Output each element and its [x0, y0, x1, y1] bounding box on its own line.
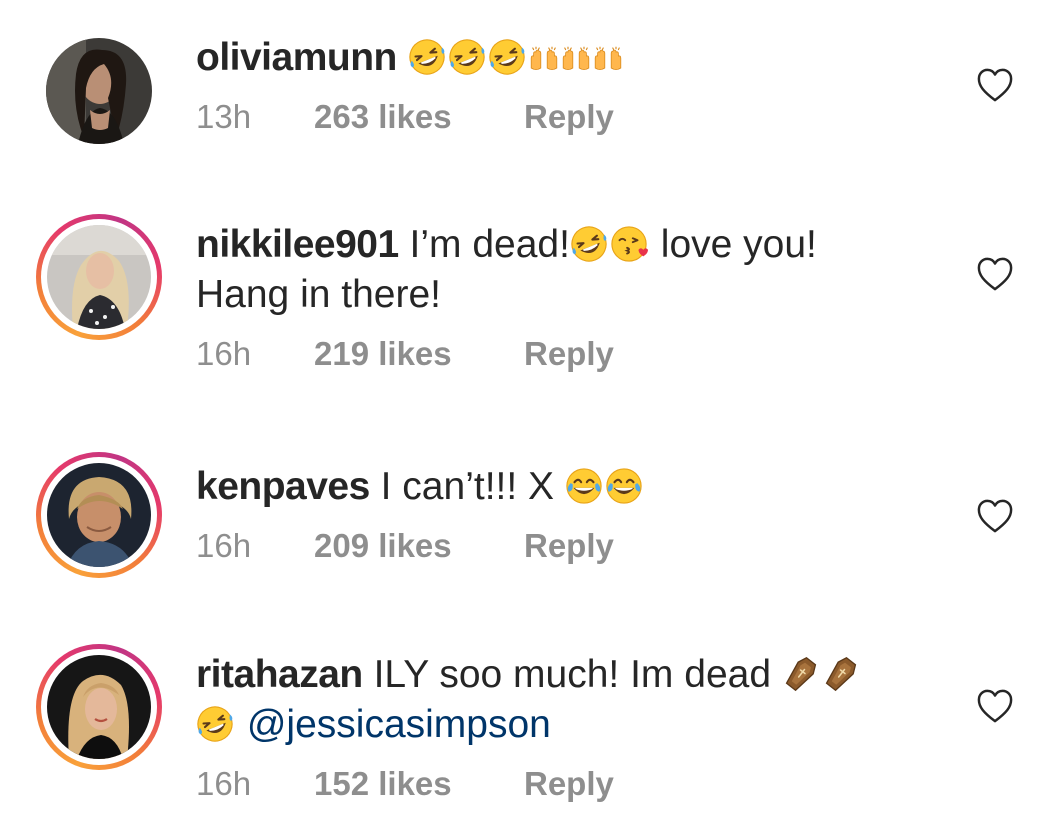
avatar-photo — [46, 38, 152, 144]
username[interactable]: kenpaves — [196, 465, 370, 508]
heart-outline-icon[interactable] — [976, 67, 1014, 103]
comment-time: 13h — [196, 98, 252, 135]
coffin-emoji — [822, 655, 860, 693]
heart-outline-icon[interactable] — [976, 498, 1014, 534]
story-ring — [41, 457, 157, 573]
reply-button[interactable]: Reply — [524, 762, 614, 806]
username[interactable]: ritahazan — [196, 653, 363, 696]
mention-link[interactable]: @jessicasimpson — [247, 703, 551, 746]
username[interactable]: oliviamunn — [196, 36, 397, 79]
comment-time: 16h — [196, 765, 252, 802]
avatar-photo — [47, 463, 151, 567]
avatar[interactable] — [36, 452, 162, 578]
comment-text: oliviamunn — [196, 33, 916, 83]
comment-body: ritahazan ILY soo much! Im dead @jessica… — [196, 650, 916, 806]
comment-text: ritahazan ILY soo much! Im dead — [196, 650, 916, 700]
rolling-laughing-emoji — [488, 38, 526, 76]
comment-meta: 16h 209 likes Reply — [196, 524, 916, 568]
comment-text-part1: I’m dead! — [409, 223, 570, 266]
heart-outline-icon[interactable] — [976, 688, 1014, 724]
likes-count[interactable]: 263 likes — [314, 95, 524, 139]
raising-hands-emoji — [528, 44, 560, 76]
comment-kenpaves: kenpaves I can’t!!! X 16h 209 likes Reply — [0, 440, 1057, 610]
reply-button[interactable]: Reply — [524, 332, 614, 376]
comment-time: 16h — [196, 335, 252, 372]
raising-hands-emoji — [560, 44, 592, 76]
likes-count[interactable]: 209 likes — [314, 524, 524, 568]
comment-text-line2: @jessicasimpson — [196, 700, 916, 750]
avatar[interactable] — [36, 644, 162, 770]
story-ring — [41, 649, 157, 765]
comment-meta: 13h 263 likes Reply — [196, 95, 916, 139]
coffin-emoji — [782, 655, 820, 693]
comment-body: nikkilee901 I’m dead! love you! Hang in … — [196, 220, 916, 376]
comment-time: 16h — [196, 527, 252, 564]
comment-text-content: I can’t!!! X — [380, 465, 555, 508]
comment-text: nikkilee901 I’m dead! love you! — [196, 220, 916, 270]
comment-text-part2: love you! — [649, 223, 817, 266]
heart-outline-icon[interactable] — [976, 256, 1014, 292]
comment-ritahazan: ritahazan ILY soo much! Im dead @jessica… — [0, 630, 1057, 835]
rolling-laughing-emoji — [408, 38, 446, 76]
rolling-laughing-emoji — [570, 225, 608, 263]
avatar-photo — [47, 655, 151, 759]
kissing-heart-emoji — [610, 225, 648, 263]
tears-of-joy-emoji — [605, 467, 643, 505]
comment-nikkilee901: nikkilee901 I’m dead! love you! Hang in … — [0, 200, 1057, 410]
reply-button[interactable]: Reply — [524, 95, 614, 139]
comment-body: oliviamunn 13h 263 likes Reply — [196, 33, 916, 139]
comment-oliviamunn: oliviamunn 13h 263 likes Reply — [0, 0, 1057, 180]
story-ring — [41, 219, 157, 335]
comment-meta: 16h 219 likes Reply — [196, 332, 916, 376]
rolling-laughing-emoji — [196, 705, 234, 743]
likes-count[interactable]: 219 likes — [314, 332, 524, 376]
reply-button[interactable]: Reply — [524, 524, 614, 568]
tears-of-joy-emoji — [565, 467, 603, 505]
comment-text-content: ILY soo much! Im dead — [373, 653, 772, 696]
avatar[interactable] — [36, 28, 162, 154]
username[interactable]: nikkilee901 — [196, 223, 399, 266]
likes-count[interactable]: 152 likes — [314, 762, 524, 806]
comment-meta: 16h 152 likes Reply — [196, 762, 916, 806]
avatar-photo — [47, 225, 151, 329]
comment-text: kenpaves I can’t!!! X — [196, 462, 916, 512]
comment-body: kenpaves I can’t!!! X 16h 209 likes Reply — [196, 462, 916, 568]
comment-text-line2: Hang in there! — [196, 273, 441, 316]
raising-hands-emoji — [592, 44, 624, 76]
rolling-laughing-emoji — [448, 38, 486, 76]
avatar[interactable] — [36, 214, 162, 340]
